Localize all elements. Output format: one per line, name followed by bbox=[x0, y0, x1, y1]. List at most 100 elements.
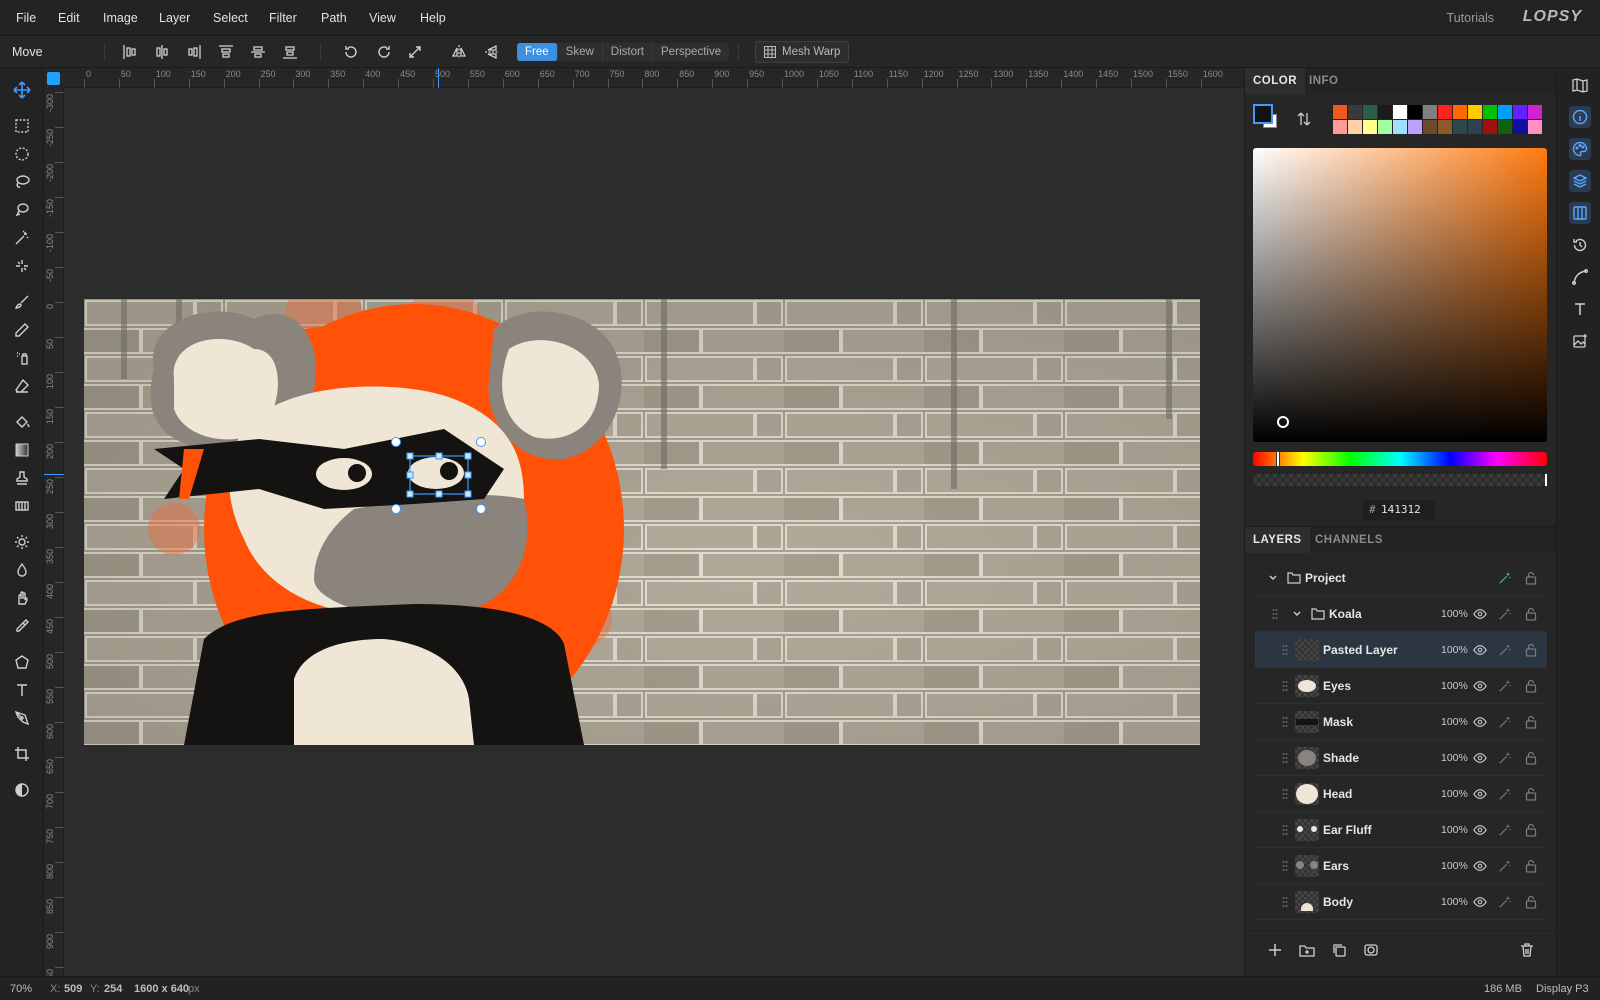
lock-icon[interactable] bbox=[1525, 823, 1537, 837]
magic-wand-icon[interactable] bbox=[12, 228, 32, 248]
layer-opacity[interactable]: 100% bbox=[1441, 752, 1468, 764]
color-swatch[interactable] bbox=[1438, 105, 1452, 119]
visibility-eye-icon[interactable] bbox=[1473, 895, 1487, 909]
zoom-level[interactable]: 70% bbox=[10, 983, 32, 995]
color-swatch[interactable] bbox=[1513, 120, 1527, 134]
layer-name[interactable]: Head bbox=[1323, 787, 1352, 801]
color-swatch[interactable] bbox=[1528, 105, 1542, 119]
layer-effects-icon[interactable] bbox=[1498, 895, 1512, 909]
align-middle-icon[interactable] bbox=[248, 42, 268, 62]
layer-opacity[interactable]: 100% bbox=[1441, 788, 1468, 800]
image-settings-icon[interactable] bbox=[1569, 330, 1591, 352]
move-tool-icon[interactable] bbox=[12, 80, 32, 100]
color-swatch[interactable] bbox=[1408, 105, 1422, 119]
paths-icon[interactable] bbox=[1569, 266, 1591, 288]
layer-opacity[interactable]: 100% bbox=[1441, 716, 1468, 728]
saturation-picker[interactable] bbox=[1253, 148, 1547, 442]
layer-name[interactable]: Shade bbox=[1323, 751, 1359, 765]
layer-effects-icon[interactable] bbox=[1498, 787, 1512, 801]
layer-row-mask[interactable]: Mask 100% bbox=[1255, 704, 1547, 740]
color-swatch[interactable] bbox=[1453, 120, 1467, 134]
visibility-eye-icon[interactable] bbox=[1473, 859, 1487, 873]
layers-icon[interactable] bbox=[1569, 170, 1591, 192]
align-center-h-icon[interactable] bbox=[152, 42, 172, 62]
crop-icon[interactable] bbox=[12, 744, 32, 764]
tab-info[interactable]: INFO bbox=[1301, 68, 1346, 94]
visibility-eye-icon[interactable] bbox=[1473, 679, 1487, 693]
eyedropper-icon[interactable] bbox=[12, 616, 32, 636]
align-left-icon[interactable] bbox=[120, 42, 140, 62]
menu-help[interactable]: Help bbox=[420, 11, 446, 25]
color-swatch[interactable] bbox=[1378, 105, 1392, 119]
swap-colors-icon[interactable] bbox=[1297, 112, 1311, 126]
info-icon[interactable] bbox=[1569, 106, 1591, 128]
color-swatch[interactable] bbox=[1348, 105, 1362, 119]
lock-icon[interactable] bbox=[1525, 859, 1537, 873]
color-swatch[interactable] bbox=[1438, 120, 1452, 134]
rotate-cw-icon[interactable] bbox=[374, 42, 394, 62]
layer-name[interactable]: Eyes bbox=[1323, 679, 1351, 693]
lock-icon[interactable] bbox=[1525, 679, 1537, 693]
menu-view[interactable]: View bbox=[369, 11, 396, 25]
flip-vertical-icon[interactable] bbox=[482, 42, 502, 62]
drag-handle-icon[interactable] bbox=[1282, 824, 1288, 836]
color-swatch[interactable] bbox=[1468, 120, 1482, 134]
color-swatch[interactable] bbox=[1498, 120, 1512, 134]
tutorials-link[interactable]: Tutorials bbox=[1447, 11, 1494, 25]
rect-select-icon[interactable] bbox=[12, 116, 32, 136]
drag-handle-icon[interactable] bbox=[1272, 608, 1278, 620]
lock-icon[interactable] bbox=[1525, 751, 1537, 765]
add-group-icon[interactable] bbox=[1299, 942, 1315, 958]
tab-color[interactable]: COLOR bbox=[1245, 68, 1306, 94]
flip-horizontal-icon[interactable] bbox=[449, 42, 469, 62]
color-swatch[interactable] bbox=[1453, 105, 1467, 119]
brush-icon[interactable] bbox=[12, 292, 32, 312]
layer-row-body[interactable]: Body 100% bbox=[1255, 884, 1547, 920]
menu-edit[interactable]: Edit bbox=[58, 11, 80, 25]
align-bottom-icon[interactable] bbox=[280, 42, 300, 62]
rotate-ccw-icon[interactable] bbox=[341, 42, 361, 62]
layer-name[interactable]: Ear Fluff bbox=[1323, 823, 1372, 837]
layer-row-koala[interactable]: Koala 100% bbox=[1255, 596, 1547, 632]
color-swatch[interactable] bbox=[1333, 105, 1347, 119]
align-right-icon[interactable] bbox=[184, 42, 204, 62]
mode-free-button[interactable]: Free bbox=[517, 43, 558, 61]
align-top-icon[interactable] bbox=[216, 42, 236, 62]
swatch-grid[interactable] bbox=[1333, 105, 1545, 137]
layer-row-shade[interactable]: Shade 100% bbox=[1255, 740, 1547, 776]
hex-input[interactable]: # 141312 bbox=[1363, 500, 1435, 520]
quick-select-icon[interactable] bbox=[12, 256, 32, 276]
fg-bg-swatch[interactable] bbox=[1253, 104, 1279, 130]
polygon-icon[interactable] bbox=[12, 652, 32, 672]
layer-name[interactable]: Project bbox=[1305, 571, 1346, 585]
layer-effects-icon[interactable] bbox=[1498, 859, 1512, 873]
layer-effects-icon[interactable] bbox=[1498, 571, 1512, 585]
visibility-eye-icon[interactable] bbox=[1473, 751, 1487, 765]
mode-skew-button[interactable]: Skew bbox=[558, 43, 603, 61]
layer-effects-icon[interactable] bbox=[1498, 823, 1512, 837]
magnetic-lasso-icon[interactable] bbox=[12, 200, 32, 220]
expand-icon[interactable] bbox=[405, 42, 425, 62]
layer-row-eyes[interactable]: Eyes 100% bbox=[1255, 668, 1547, 704]
visibility-eye-icon[interactable] bbox=[1473, 607, 1487, 621]
gradient-icon[interactable] bbox=[12, 440, 32, 460]
color-swatch[interactable] bbox=[1468, 105, 1482, 119]
lock-icon[interactable] bbox=[1525, 643, 1537, 657]
color-swatch[interactable] bbox=[1363, 105, 1377, 119]
layer-row-pasted-layer[interactable]: Pasted Layer 100% bbox=[1255, 632, 1547, 668]
document-canvas[interactable] bbox=[84, 299, 1200, 745]
menu-layer[interactable]: Layer bbox=[159, 11, 190, 25]
color-swatch[interactable] bbox=[1513, 105, 1527, 119]
visibility-eye-icon[interactable] bbox=[1473, 823, 1487, 837]
menu-select[interactable]: Select bbox=[213, 11, 248, 25]
lock-icon[interactable] bbox=[1525, 895, 1537, 909]
saturation-cursor[interactable] bbox=[1277, 416, 1289, 428]
drag-handle-icon[interactable] bbox=[1282, 716, 1288, 728]
history-icon[interactable] bbox=[1569, 234, 1591, 256]
pencil-icon[interactable] bbox=[12, 320, 32, 340]
chevron-down-icon[interactable] bbox=[1292, 609, 1302, 619]
visibility-eye-icon[interactable] bbox=[1473, 715, 1487, 729]
hue-slider[interactable] bbox=[1253, 451, 1547, 467]
visibility-eye-icon[interactable] bbox=[1473, 787, 1487, 801]
alpha-slider[interactable] bbox=[1253, 474, 1547, 486]
